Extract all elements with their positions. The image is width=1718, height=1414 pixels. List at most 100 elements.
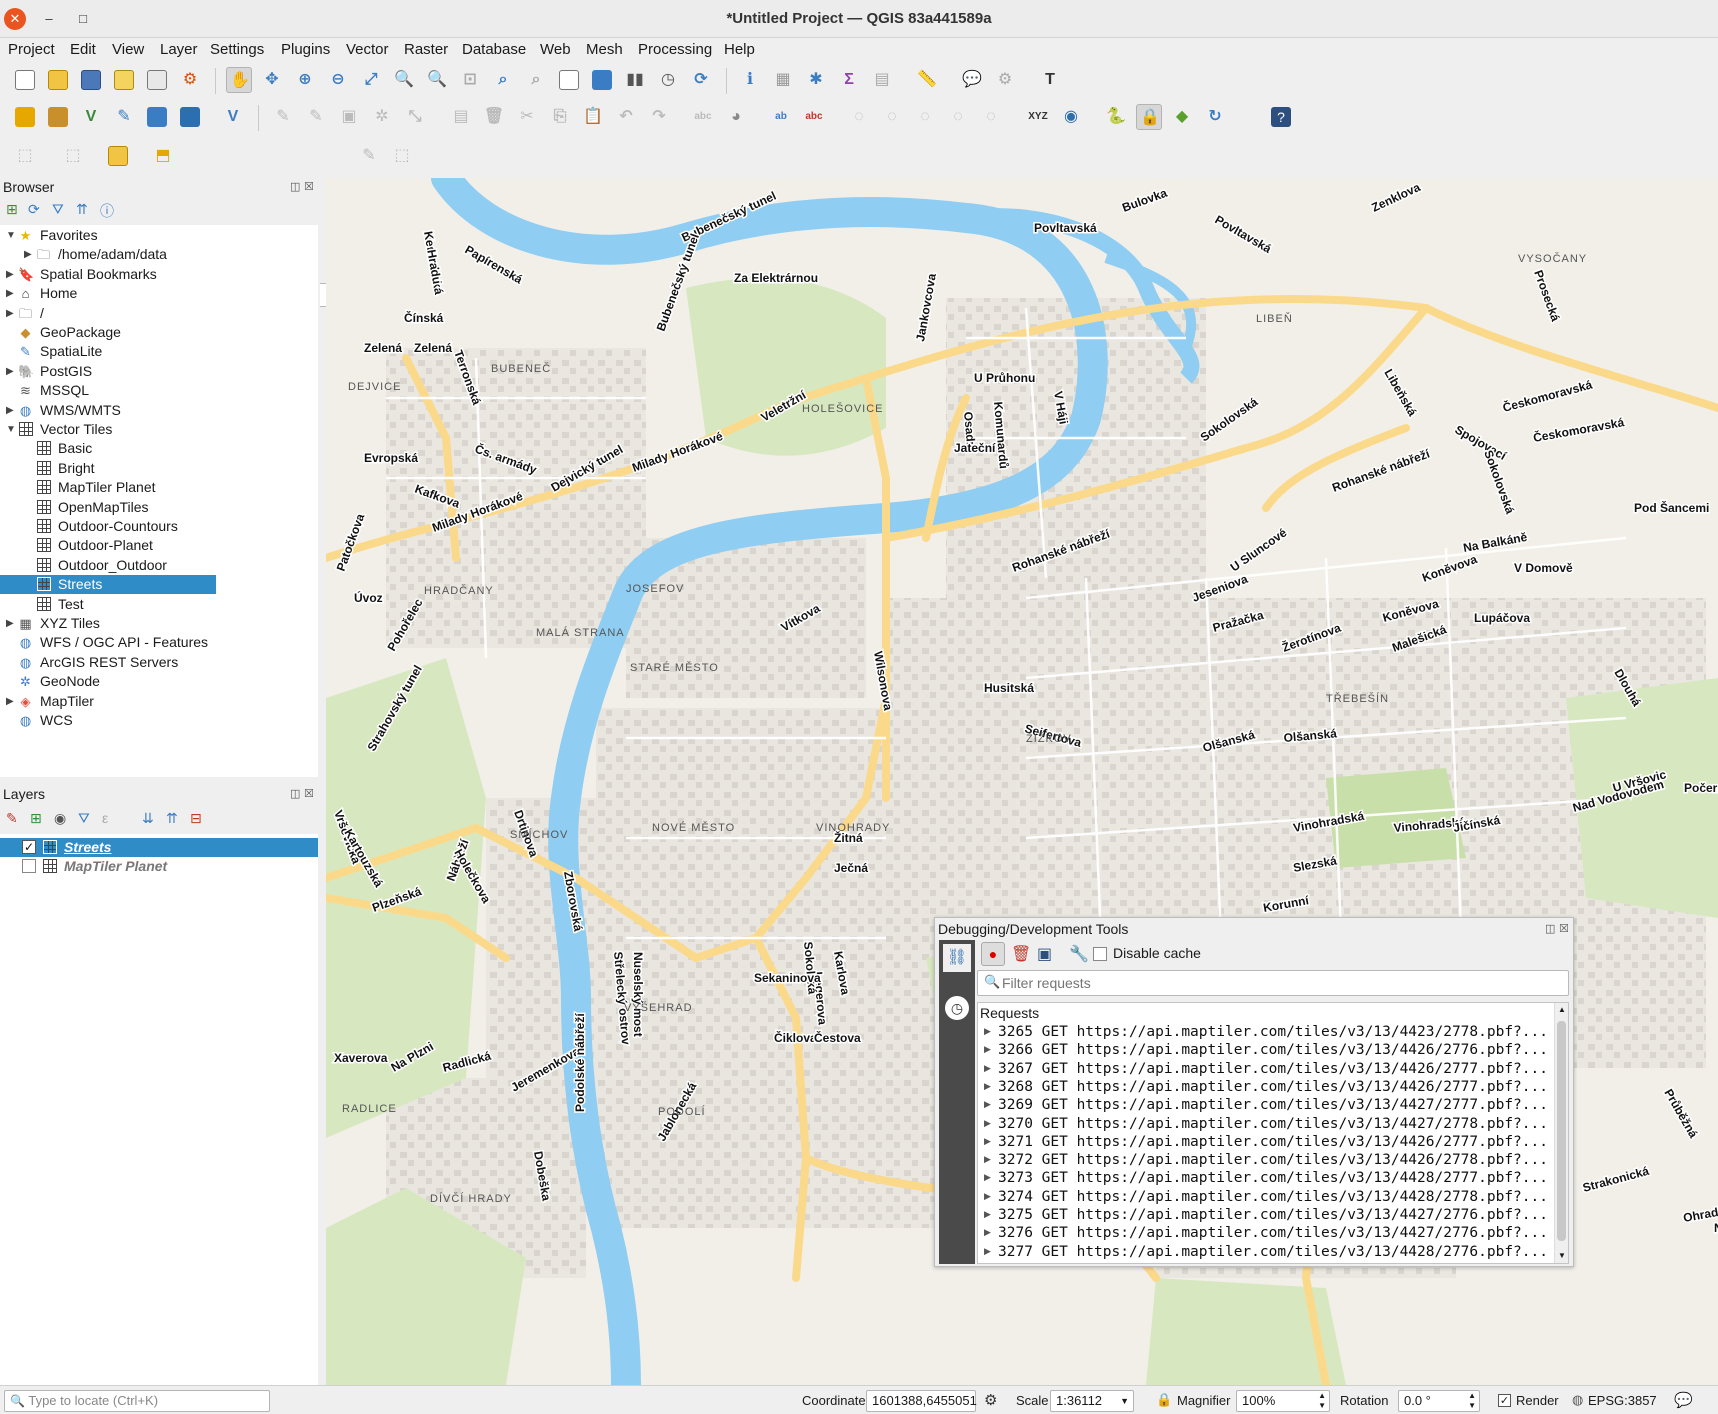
reload-plugin-icon[interactable]: ↻ [1202,104,1228,130]
expanded-arrow-icon[interactable]: ▼ [6,420,16,439]
menu-web[interactable]: Web [540,41,571,58]
collapsed-arrow-icon[interactable]: ▶ [6,692,14,711]
expand-arrow-icon[interactable]: ▶ [984,1060,991,1078]
request-row[interactable]: ▶ 3265 GET https://api.maptiler.com/tiles… [978,1023,1556,1041]
record-icon[interactable]: ● [981,942,1005,966]
layers-filter-icon[interactable]: ⛛ [78,810,90,827]
new-project-icon[interactable] [12,67,38,93]
request-row[interactable]: ▶ 3267 GET https://api.maptiler.com/tiles… [978,1060,1556,1078]
browser-item[interactable]: ◍ ArcGIS REST Servers [0,653,318,672]
browser-item[interactable]: ▶ 🗀 /home/adam/data [0,245,318,264]
layers-float-icon[interactable]: ◫ [290,787,300,800]
save-log-icon[interactable]: ▣ [1037,944,1052,964]
browser-item[interactable]: ▶ 🐘 PostGIS [0,362,318,381]
unplaced-labels-icon[interactable]: abc [801,104,827,130]
new-temporary-layer-icon[interactable] [144,104,170,130]
browser-properties-icon[interactable]: ⓘ [100,201,114,221]
scroll-thumb[interactable] [1557,1021,1566,1241]
text-annotation-icon[interactable]: T [1037,67,1063,93]
browser-filter-icon[interactable]: ⛛ [52,201,64,218]
browser-item[interactable]: ◆ GeoPackage [0,323,318,342]
debug-float-icon[interactable]: ◫ [1545,922,1555,935]
layer-row-streets[interactable]: ✓ Streets [0,838,318,857]
browser-item[interactable]: Outdoor_Outdoor [0,556,318,575]
attribute-table-icon[interactable]: ▦ [770,67,796,93]
browser-close-icon[interactable]: ☒ [304,180,314,193]
collapsed-arrow-icon[interactable]: ▶ [6,362,14,381]
expand-arrow-icon[interactable]: ▶ [984,1096,991,1114]
menu-settings[interactable]: Settings [210,41,264,58]
expand-arrow-icon[interactable]: ▶ [984,1023,991,1041]
crs-globe-icon[interactable]: ◍ [1572,1392,1583,1408]
debug-close-icon[interactable]: ☒ [1559,922,1569,935]
messages-icon[interactable]: 💬 [1674,1391,1693,1409]
style-layer-icon[interactable]: ✎ [6,810,18,827]
menu-layer[interactable]: Layer [160,41,198,58]
browser-item[interactable]: ◍ WCS [0,711,318,730]
delete-selected-icon[interactable]: 🗑 [481,104,507,130]
vertex-tool-icon[interactable]: ⤡ [402,104,428,130]
show-bookmarks-icon[interactable]: ▮▮ [622,67,648,93]
save-as-icon[interactable] [111,67,137,93]
expand-arrow-icon[interactable]: ▶ [984,1133,991,1151]
browser-item[interactable]: ▶ ⌂ Home [0,284,318,303]
request-row[interactable]: ▶ 3274 GET https://api.maptiler.com/tiles… [978,1188,1556,1206]
refresh-icon[interactable]: ⟳ [688,67,714,93]
request-row[interactable]: ▶ 3273 GET https://api.maptiler.com/tiles… [978,1169,1556,1187]
request-row[interactable]: ▶ 3270 GET https://api.maptiler.com/tiles… [978,1115,1556,1133]
settings-wrench-icon[interactable]: 🔧 [1069,944,1089,964]
browser-item[interactable]: ▶ ◍ WMS/WMTS [0,401,318,420]
expand-arrow-icon[interactable]: ▶ [984,1041,991,1059]
menu-vector[interactable]: Vector [346,41,389,58]
zoom-next-icon[interactable]: ⌕ [523,67,549,93]
deselect-icon[interactable] [105,143,131,169]
toggle-editing-icon[interactable]: ✎ [303,104,329,130]
statistics-sum-icon[interactable]: Σ [836,67,862,93]
undo-icon[interactable]: ↶ [613,104,639,130]
scroll-up-icon[interactable]: ▲ [1555,1003,1568,1017]
change-label-icon[interactable]: ◌ [978,104,1004,130]
disable-cache-checkbox[interactable] [1093,947,1107,961]
measure-line-icon[interactable]: 📏 [914,67,940,93]
expand-arrow-icon[interactable]: ▶ [984,1115,991,1133]
new-shapefile-icon[interactable]: V [78,104,104,130]
globe-icon[interactable]: ◉ [1058,104,1084,130]
zoom-out-icon[interactable]: ⊖ [325,67,351,93]
expand-arrow-icon[interactable]: ▶ [984,1151,991,1169]
browser-item[interactable]: Outdoor-Countours [0,517,318,536]
current-edits-icon[interactable]: ✎ [270,104,296,130]
add-group-icon[interactable]: ⊞ [30,810,42,827]
locator-field[interactable]: 🔍 Type to locate (Ctrl+K) [4,1390,270,1412]
zoom-native-icon[interactable]: ⊡ [457,67,483,93]
new-map-view-icon[interactable] [556,67,582,93]
menu-mesh[interactable]: Mesh [586,41,623,58]
browser-item[interactable]: ✎ SpatiaLite [0,342,318,361]
collapsed-arrow-icon[interactable]: ▶ [6,265,14,284]
add-vector-icon[interactable]: V [220,104,246,130]
toggle-extents-icon[interactable]: ⚙ [984,1391,997,1409]
browser-item[interactable]: ≋ MSSQL [0,381,318,400]
cut-features-icon[interactable]: ✂ [514,104,540,130]
menu-view[interactable]: View [112,41,144,58]
browser-item[interactable]: Test [0,595,318,614]
geocoder-tool-2-icon[interactable]: ⬚ [389,143,415,169]
browser-item[interactable]: ▼ ★ Favorites [0,226,318,245]
qgis-plugin-icon[interactable]: ◆ [1169,104,1195,130]
rotate-label-icon[interactable]: ◌ [945,104,971,130]
open-table-icon[interactable]: ▤ [869,67,895,93]
request-row[interactable]: ▶ 3268 GET https://api.maptiler.com/tiles… [978,1078,1556,1096]
save-edits-icon[interactable]: ▣ [336,104,362,130]
browser-item[interactable]: ▶ ◈ MapTiler [0,692,318,711]
request-row[interactable]: ▶ 3271 GET https://api.maptiler.com/tiles… [978,1133,1556,1151]
browser-item[interactable]: Outdoor-Planet [0,536,318,555]
request-row[interactable]: ▶ 3266 GET https://api.maptiler.com/tiles… [978,1041,1556,1059]
modify-attributes-icon[interactable]: ▤ [448,104,474,130]
lock-scale-icon[interactable]: 🔒 [1156,1392,1172,1408]
select-features-icon[interactable]: ⬚ [12,143,38,169]
magnifier-field[interactable]: 100% ▲ ▼ [1236,1390,1330,1412]
geocoder-tool-1-icon[interactable]: ✎ [356,143,382,169]
request-row[interactable]: ▶ 3276 GET https://api.maptiler.com/tiles… [978,1224,1556,1242]
zoom-in-icon[interactable]: ⊕ [292,67,318,93]
collapsed-arrow-icon[interactable]: ▶ [6,401,14,420]
menu-project[interactable]: Project [8,41,55,58]
